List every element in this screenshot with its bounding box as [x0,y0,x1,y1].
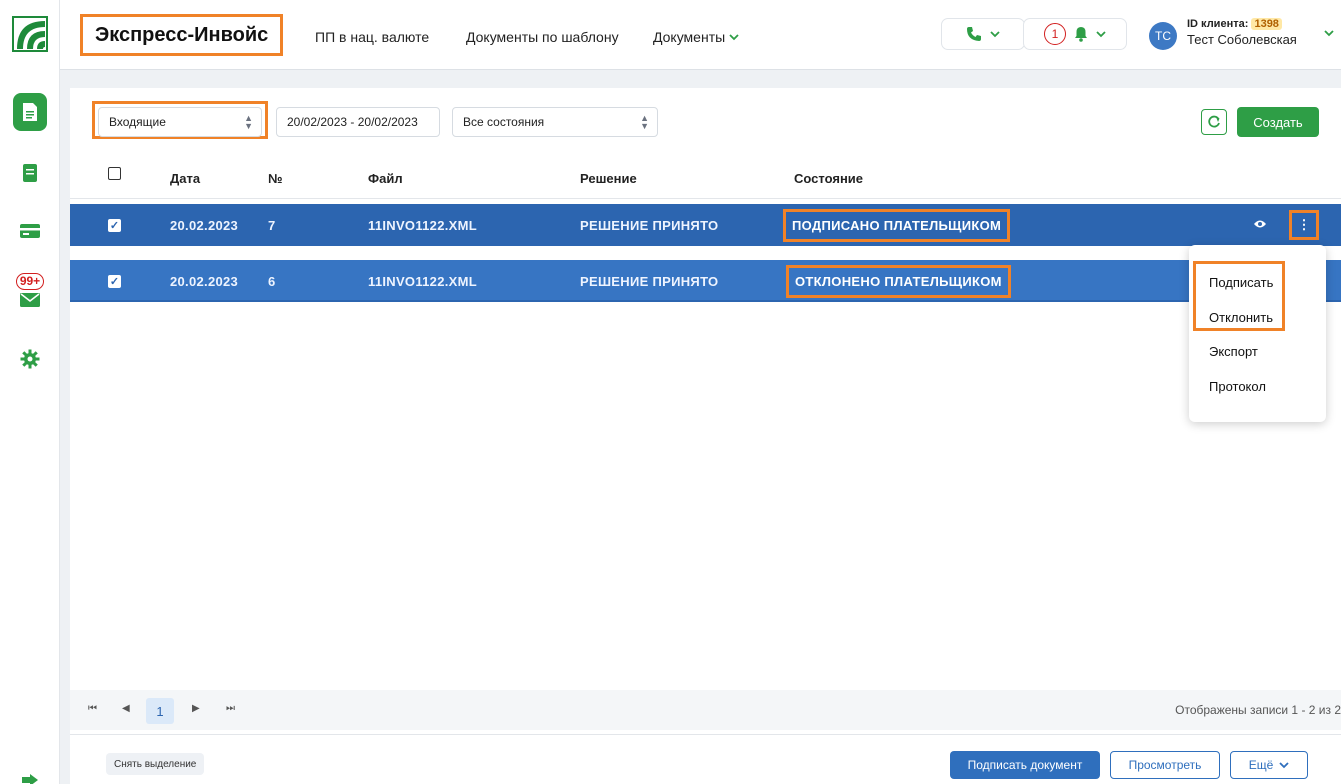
nav-template-documents[interactable]: Документы по шаблону [466,29,619,45]
top-header: Экспресс-Инвойс ПП в нац. валюте Докумен… [60,0,1341,70]
menu-item-reject[interactable]: Отклонить [1209,310,1273,325]
nav-documents-dropdown[interactable]: Документы [653,29,739,45]
logo-icon[interactable] [0,14,60,54]
menu-item-protocol[interactable]: Протокол [1209,379,1266,394]
eye-icon[interactable] [1253,217,1267,232]
chevron-down-icon [990,30,1000,37]
direction-select-value: Входящие [109,115,166,129]
app-title[interactable]: Экспресс-Инвойс [80,14,284,56]
date-range-picker[interactable]: 20/02/2023 - 20/02/2023 [276,107,440,137]
select-all-checkbox[interactable] [108,167,121,180]
row-decision: РЕШЕНИЕ ПРИНЯТО [580,274,719,289]
create-button[interactable]: Создать [1237,107,1319,137]
chevron-down-icon [729,33,739,40]
last-page-icon[interactable]: ⏭ [226,703,235,714]
table-header-divider [70,198,1341,199]
row-state: ПОДПИСАНО ПЛАТЕЛЬЩИКОМ [783,209,1011,242]
column-header-date[interactable]: Дата [170,171,200,186]
current-page[interactable]: 1 [146,698,174,724]
row-date: 20.02.2023 [170,274,239,289]
row-number: 7 [268,218,276,233]
row-state: ОТКЛОНЕНО ПЛАТЕЛЬЩИКОМ [786,265,1011,298]
refresh-icon [1208,115,1220,128]
pager-info: Отображены записи 1 - 2 из 2 [1175,703,1341,717]
row-checkbox[interactable]: ✓ [108,275,121,288]
column-header-state[interactable]: Состояние [794,171,863,186]
next-page-icon[interactable]: ▶ [192,703,200,714]
user-info[interactable]: ID клиента: 1398 Тест Соболевская [1187,16,1297,48]
pager: ⏮ ◀ 1 ▶ ⏭ Отображены записи 1 - 2 из 2 [70,690,1341,730]
gear-icon[interactable] [0,344,60,374]
table-row[interactable]: ✓ 20.02.2023 6 11INVO1122.XML РЕШЕНИЕ ПР… [70,260,1341,302]
notifications-button[interactable]: 1 [1023,18,1127,50]
logout-icon[interactable] [0,770,60,784]
menu-item-export[interactable]: Экспорт [1209,344,1258,359]
nav-documents-label: Документы [653,29,726,45]
client-id-line: ID клиента: 1398 [1187,16,1297,32]
date-range-value: 20/02/2023 - 20/02/2023 [287,115,418,129]
chevron-down-icon[interactable] [1324,30,1334,37]
updown-caret-icon: ▲ ▼ [244,113,253,131]
more-button[interactable]: Ещё [1230,751,1308,779]
phone-icon [967,27,981,41]
more-button-label: Ещё [1248,758,1274,772]
first-page-icon[interactable]: ⏮ [88,703,97,714]
deselect-button[interactable]: Снять выделение [106,753,205,775]
book-icon[interactable] [0,160,60,186]
prev-page-icon[interactable]: ◀ [122,703,130,714]
nav-payments-national-currency[interactable]: ПП в нац. валюте [315,29,429,45]
mail-icon[interactable]: 99+ [0,262,60,318]
chevron-down-icon [1096,30,1106,37]
action-footer: Снять выделение Подписать документ Просм… [70,734,1341,784]
state-select-value: Все состояния [463,115,545,129]
view-button[interactable]: Просмотреть [1110,751,1220,779]
documents-panel: Входящие ▲ ▼ 20/02/2023 - 20/02/2023 Все … [70,88,1341,784]
avatar[interactable]: ТС [1149,22,1177,50]
client-id-label: ID клиента: [1187,18,1249,30]
left-sidebar: 99+ [0,0,60,784]
card-icon[interactable] [0,218,60,244]
phone-menu-button[interactable] [941,18,1025,50]
state-select[interactable]: Все состояния ▲ ▼ [452,107,658,137]
row-file: 11INVO1122.XML [368,274,477,289]
updown-caret-icon: ▲ ▼ [640,113,649,131]
row-checkbox[interactable]: ✓ [108,219,121,232]
table-row[interactable]: ✓ 20.02.2023 7 11INVO1122.XML РЕШЕНИЕ ПР… [70,204,1341,246]
row-file: 11INVO1122.XML [368,218,477,233]
chevron-down-icon [1279,761,1289,768]
row-actions-kebab-icon[interactable]: ⋮ [1289,210,1319,240]
menu-item-sign[interactable]: Подписать [1209,275,1273,290]
sign-document-button[interactable]: Подписать документ [950,751,1100,779]
mail-badge: 99+ [15,272,45,290]
column-header-decision[interactable]: Решение [580,171,637,186]
refresh-button[interactable] [1201,109,1227,135]
column-header-number[interactable]: № [268,171,283,186]
row-decision: РЕШЕНИЕ ПРИНЯТО [580,218,719,233]
column-header-file[interactable]: Файл [368,171,403,186]
user-name: Тест Соболевская [1187,32,1297,47]
direction-select[interactable]: Входящие ▲ ▼ [98,107,262,137]
bell-icon [1075,27,1087,42]
document-icon[interactable] [0,92,60,132]
row-context-menu: Подписать Отклонить Экспорт Протокол [1189,245,1326,422]
client-id-value: 1398 [1251,18,1282,30]
notification-count: 1 [1044,23,1066,45]
row-date: 20.02.2023 [170,218,239,233]
row-number: 6 [268,274,276,289]
